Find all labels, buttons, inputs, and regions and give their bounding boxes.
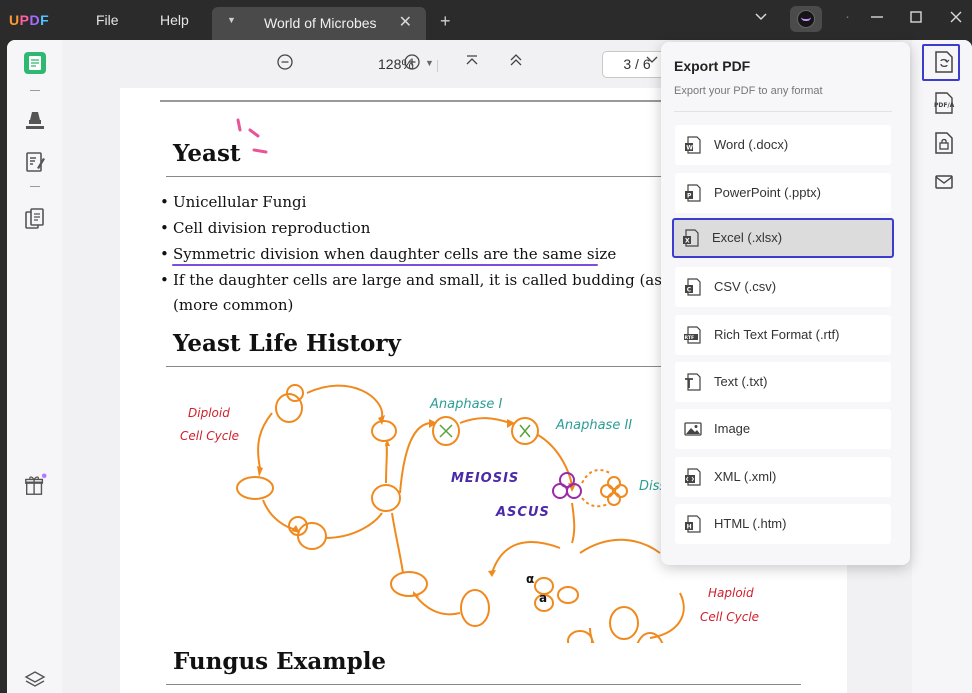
organize-pages-icon[interactable] [23,207,47,231]
avatar[interactable] [790,6,822,32]
zoom-out-icon[interactable] [276,53,294,74]
export-option-csv[interactable]: C CSV (.csv) [675,267,891,307]
updf-logo: UPDF [9,12,50,28]
menu-help[interactable]: Help [160,12,189,28]
chevron-down-icon[interactable] [754,10,768,29]
diagram-label-a: a [539,591,548,605]
right-toolbar: PDF/A [912,40,972,693]
csv-icon: C [685,278,701,296]
svg-text:PDF/A: PDF/A [934,102,955,109]
previous-page-icon[interactable] [508,53,524,72]
export-pdf-panel: Export PDF Export your PDF to any format… [661,42,910,565]
separator-dot: · [845,8,850,25]
pdfa-icon[interactable]: PDF/A [932,90,956,116]
powerpoint-icon: P [685,184,701,202]
export-option-powerpoint[interactable]: P PowerPoint (.pptx) [675,173,891,213]
gift-icon[interactable] [23,473,47,497]
zoom-in-icon[interactable] [403,53,421,74]
image-icon [684,422,702,436]
window-close-icon[interactable] [949,10,963,29]
next-page-icon[interactable] [644,53,660,72]
bullet-text: Symmetric division when daughter cells a… [173,245,617,263]
diagram-label: Anaphase I [430,397,503,412]
diagram-label: Haploid [708,586,754,600]
minimize-icon[interactable] [870,10,884,29]
tab-close-icon[interactable]: ✕ [399,12,412,32]
svg-text:H: H [687,524,692,531]
export-icon-highlight [922,44,960,81]
maximize-icon[interactable] [909,10,923,29]
diagram-label-alpha: α [526,572,535,586]
export-option-xml[interactable]: XML (.xml) [675,457,891,497]
panel-title: Export PDF [674,58,751,74]
bullet-text: Cell division reproduction [173,219,371,237]
text-icon [685,373,701,391]
export-option-text[interactable]: Text (.txt) [675,362,891,402]
zoom-dropdown-icon[interactable]: ▼ [425,58,434,68]
heading-yeast: Yeast [173,140,241,167]
export-option-word[interactable]: W Word (.docx) [675,125,891,165]
export-option-excel[interactable]: X Excel (.xlsx) [672,218,894,258]
bullet-text: Unicellular Fungi [173,193,307,211]
export-option-html[interactable]: H HTML (.htm) [675,504,891,544]
svg-text:P: P [687,193,692,200]
left-toolbar [7,40,62,693]
html-icon: H [685,515,701,533]
document-tab[interactable]: ▼ World of Microbes ✕ [212,7,426,40]
underline-annotation [172,264,598,266]
email-icon[interactable] [932,169,956,195]
svg-text:C: C [687,287,692,294]
first-page-icon[interactable] [464,53,480,72]
bullet-text: If the daughter cells are large and smal… [173,271,699,289]
svg-text:W: W [686,145,693,152]
diagram-label: Cell Cycle [700,610,760,624]
comment-marker-icon[interactable] [23,108,47,132]
current-page: 3 [623,56,632,72]
svg-text:RTF: RTF [685,335,695,341]
new-tab-button[interactable]: + [440,12,451,30]
xml-icon [685,468,701,486]
bullet-text: (more common) [173,296,294,314]
title-bar: UPDF File Help ▼ World of Microbes ✕ + · [0,0,972,40]
layers-icon[interactable] [23,668,47,692]
tab-dropdown-icon[interactable]: ▼ [227,15,236,25]
protect-lock-icon[interactable] [932,130,956,156]
excel-icon: X [683,229,699,247]
diagram-label: Cell Cycle [180,429,240,443]
rtf-icon: RTF [684,326,701,344]
svg-text:X: X [685,238,690,245]
edit-pdf-icon[interactable] [23,150,47,174]
diagram-label: MEIOSIS [451,471,520,486]
export-option-rtf[interactable]: RTF Rich Text Format (.rtf) [675,315,891,355]
diagram-label: ASCUS [496,505,550,520]
menu-file[interactable]: File [96,12,119,28]
panel-subtitle: Export your PDF to any format [674,85,823,97]
diagram-label: Diploid [188,406,230,420]
word-icon: W [685,136,701,154]
diagram-label: Anaphase II [556,418,633,433]
heading-fungus-example: Fungus Example [173,648,387,675]
heading-yeast-life-history: Yeast Life History [173,330,401,357]
tab-title: World of Microbes [264,15,377,31]
export-option-image[interactable]: Image [675,409,891,449]
reader-mode-icon[interactable] [23,51,47,75]
